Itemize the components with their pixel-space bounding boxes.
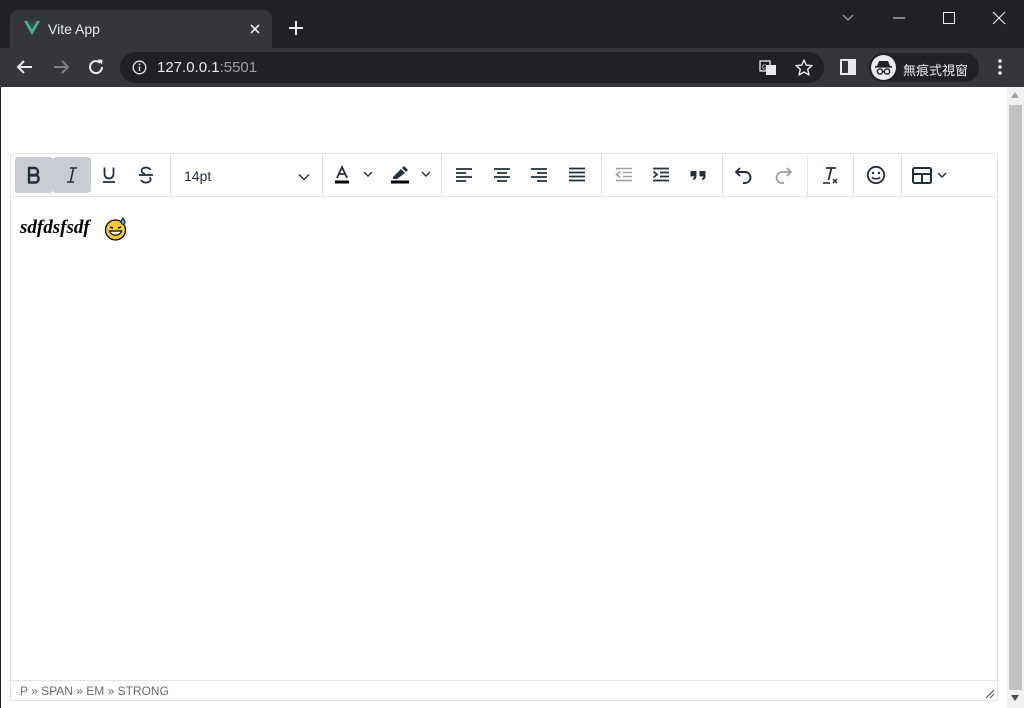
italic-button[interactable] — [53, 157, 91, 193]
table-icon — [912, 167, 947, 184]
table-button[interactable] — [907, 157, 957, 193]
incognito-label: 無痕式視窗 — [903, 63, 969, 78]
align-right-icon — [531, 168, 547, 182]
justify-button[interactable] — [559, 157, 595, 193]
rich-text-editor: 14pt sdfdsfsdf P » SPAN » EM » STRONG — [10, 153, 998, 701]
highlight-icon — [391, 166, 431, 184]
font-size-value: 14pt — [184, 168, 212, 184]
redo-button[interactable] — [765, 157, 801, 193]
text-color-icon — [335, 164, 373, 184]
editor-text: sdfdsfsdf — [20, 217, 90, 238]
text-color-button[interactable] — [329, 157, 379, 193]
toolbar-separator — [322, 154, 323, 196]
maximize-button[interactable] — [924, 0, 974, 36]
undo-button[interactable] — [726, 157, 762, 193]
chevron-down-icon — [842, 14, 854, 21]
bold-button[interactable] — [15, 157, 53, 193]
italic-icon — [67, 167, 77, 183]
url-text: 127.0.0.1:5501 — [157, 59, 257, 76]
align-center-button[interactable] — [484, 157, 520, 193]
align-right-button[interactable] — [521, 157, 557, 193]
scrollbar-thumb[interactable] — [1009, 105, 1022, 690]
element-path[interactable]: P » SPAN » EM » STRONG — [20, 684, 169, 698]
navigation-bar: 127.0.0.1:5501 G 無痕式視窗 — [0, 48, 1024, 87]
underline-icon — [103, 167, 115, 183]
align-center-icon — [494, 168, 510, 182]
resize-handle-icon[interactable] — [985, 689, 995, 699]
redo-icon — [775, 167, 793, 184]
url-host: 127.0.0.1 — [157, 59, 220, 76]
tab-title: Vite App — [48, 21, 100, 37]
chevron-down-icon — [298, 174, 310, 181]
reload-icon[interactable] — [85, 56, 107, 78]
close-tab-icon[interactable] — [247, 21, 263, 37]
page-scrollbar[interactable] — [1007, 87, 1024, 708]
incognito-badge[interactable]: 無痕式視窗 — [869, 53, 979, 82]
smiley-icon — [866, 165, 886, 185]
underline-button[interactable] — [91, 157, 127, 193]
bold-icon — [27, 166, 40, 184]
vue-logo-icon — [24, 21, 40, 35]
align-left-icon — [456, 168, 472, 182]
tab-search-button[interactable] — [823, 0, 873, 36]
page-viewport: 14pt sdfdsfsdf P » SPAN » EM » STRONG — [1, 87, 1007, 708]
strikethrough-button[interactable] — [128, 157, 164, 193]
strikethrough-icon — [139, 166, 153, 184]
editor-toolbar: 14pt — [11, 154, 997, 197]
svg-text:G: G — [762, 65, 767, 72]
toolbar-separator — [722, 154, 723, 196]
blockquote-icon — [690, 171, 706, 180]
highlight-color-button[interactable] — [385, 157, 439, 193]
justify-icon — [569, 167, 585, 182]
blockquote-button[interactable] — [680, 157, 716, 193]
maximize-icon — [943, 12, 955, 24]
toolbar-separator — [853, 154, 854, 196]
side-panel-icon[interactable] — [837, 56, 859, 78]
undo-icon — [734, 167, 752, 184]
outdent-icon — [615, 167, 632, 182]
close-icon — [992, 11, 1006, 25]
emoji-button[interactable] — [858, 157, 894, 193]
info-icon[interactable] — [132, 60, 147, 75]
toolbar-separator — [807, 154, 808, 196]
star-icon[interactable] — [794, 58, 814, 78]
outdent-button[interactable] — [606, 157, 642, 193]
toolbar-separator — [441, 154, 442, 196]
align-left-button[interactable] — [446, 157, 482, 193]
toolbar-separator — [601, 154, 602, 196]
back-arrow-icon[interactable] — [14, 56, 36, 78]
browser-tab[interactable]: Vite App — [10, 10, 272, 48]
minimize-button[interactable] — [874, 0, 924, 36]
more-menu-icon[interactable] — [989, 56, 1011, 78]
clear-formatting-icon — [823, 167, 838, 184]
url-port: :5501 — [219, 59, 258, 76]
editor-content-area[interactable]: sdfdsfsdf — [11, 197, 997, 680]
indent-icon — [652, 167, 669, 182]
close-window-button[interactable] — [974, 0, 1024, 36]
incognito-icon — [871, 55, 896, 80]
new-tab-icon[interactable] — [286, 18, 306, 38]
address-bar[interactable]: 127.0.0.1:5501 G — [120, 52, 824, 83]
title-bar: Vite App — [0, 0, 1024, 48]
scroll-down-arrow-icon[interactable] — [1011, 695, 1019, 701]
grinning-sweat-emoji-icon — [104, 217, 127, 241]
minimize-icon — [893, 17, 905, 19]
translate-icon[interactable]: G — [758, 58, 778, 78]
editor-status-bar: P » SPAN » EM » STRONG — [11, 680, 997, 700]
scroll-up-arrow-icon[interactable] — [1011, 92, 1019, 98]
indent-button[interactable] — [643, 157, 679, 193]
toolbar-separator — [901, 154, 902, 196]
clear-formatting-button[interactable] — [812, 157, 848, 193]
font-size-select[interactable]: 14pt — [171, 157, 321, 193]
forward-arrow-icon[interactable] — [50, 56, 72, 78]
